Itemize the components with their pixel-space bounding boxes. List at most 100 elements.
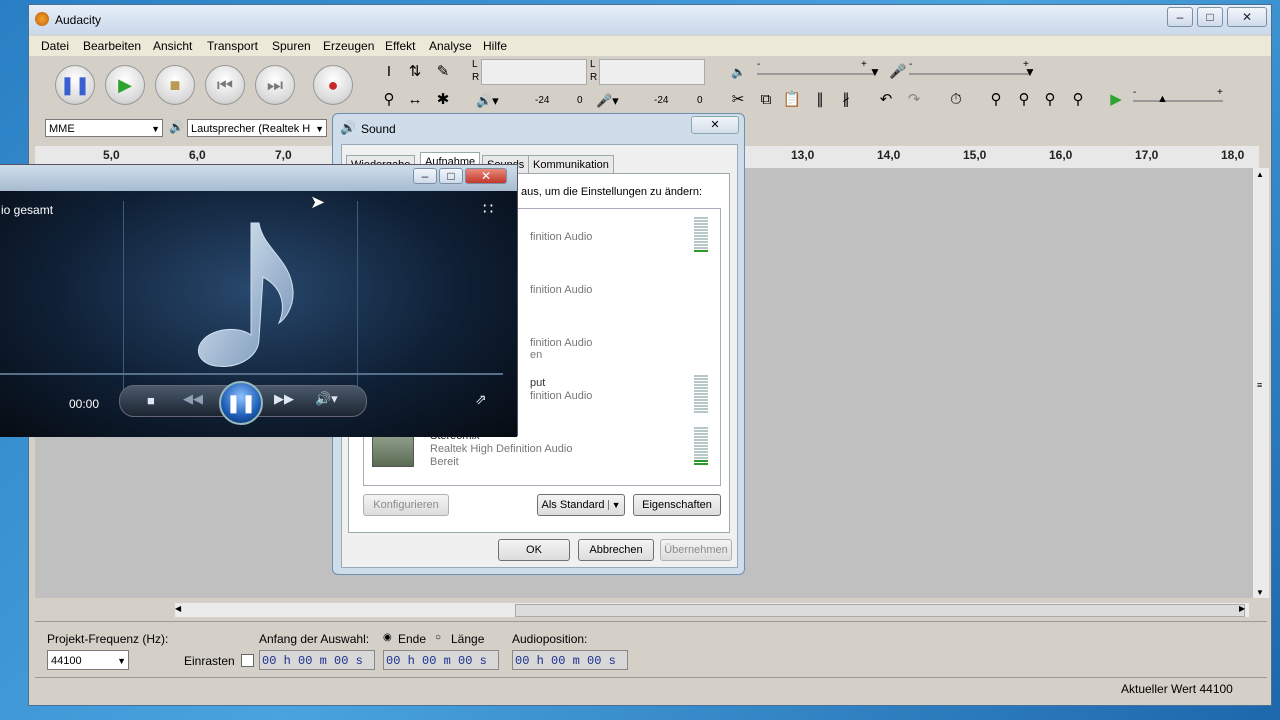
speaker-icon[interactable]: 🔊▾ (476, 93, 499, 109)
configure-button[interactable]: Konfigurieren (363, 494, 449, 516)
menu-ansicht[interactable]: Ansicht (153, 39, 192, 53)
audio-host-select[interactable]: MME ▼ (45, 119, 163, 137)
timeshift-tool[interactable]: ↔ (404, 89, 426, 111)
time-value: 00 h 00 m 00 s (262, 654, 363, 668)
properties-button[interactable]: Eigenschaften (633, 494, 721, 516)
chevron-down-icon: ▼ (607, 500, 621, 510)
envelope-tool[interactable]: ⇅ (404, 61, 426, 83)
stop-icon: ■ (169, 75, 181, 95)
scroll-up-icon[interactable]: ▲ (1256, 170, 1264, 179)
sync-lock-button[interactable]: ⏱ (945, 89, 967, 111)
menu-datei[interactable]: Datei (41, 39, 69, 53)
close-button[interactable]: ✕ (1227, 7, 1267, 27)
selection-start-time[interactable]: 00 h 00 m 00 s (259, 650, 375, 670)
fit-selection-button[interactable]: ⚲ (1039, 89, 1061, 111)
menu-effekt[interactable]: Effekt (385, 39, 415, 53)
draw-tool[interactable]: ✎ (432, 61, 454, 83)
minimize-button[interactable]: – (1167, 7, 1193, 27)
cut-button[interactable]: ✂ (727, 89, 749, 111)
media-player-window: – □ ✕ io gesamt ∷ 00:00 ■ ◀◀ ❚❚ ▶▶ 🔊▾ ⇗ (0, 164, 518, 437)
skip-end-button[interactable]: ⏭ (255, 65, 295, 105)
ruler-tick: 6,0 (189, 148, 206, 162)
selection-tool[interactable]: I (378, 61, 400, 83)
fit-project-button[interactable]: ⚲ (1067, 89, 1089, 111)
minimize-button[interactable]: – (413, 168, 437, 184)
project-rate-select[interactable]: 44100 ▼ (47, 650, 129, 670)
selection-end-time[interactable]: 00 h 00 m 00 s (383, 650, 499, 670)
redo-button[interactable]: ↷ (903, 89, 925, 111)
output-volume-icon: 🔈 (731, 65, 746, 79)
scroll-down-icon[interactable]: ▼ (1256, 588, 1264, 597)
now-playing-area[interactable]: io gesamt ∷ 00:00 ■ ◀◀ ❚❚ ▶▶ 🔊▾ ⇗ (0, 191, 517, 437)
silence-icon: ∦ (842, 91, 850, 108)
playback-speed-slider[interactable] (1133, 100, 1223, 102)
close-button[interactable]: ✕ (465, 168, 507, 184)
scroll-right-icon[interactable]: ▶ (1239, 604, 1245, 613)
ruler-tick: 5,0 (103, 148, 120, 162)
input-slider-thumb-icon[interactable]: ▼ (1024, 65, 1036, 79)
menu-spuren[interactable]: Spuren (272, 39, 311, 53)
output-volume-slider[interactable] (757, 73, 875, 75)
output-device-value: Lautsprecher (Realtek H (191, 123, 311, 135)
volume-icon[interactable]: 🔊▾ (315, 391, 338, 407)
tab-kommunikation[interactable]: Kommunikation (528, 155, 614, 174)
output-slider-max: + (861, 59, 867, 70)
media-player-titlebar[interactable]: – □ ✕ (0, 165, 517, 191)
maximize-button[interactable]: □ (1197, 7, 1223, 27)
previous-button[interactable]: ◀◀ (175, 391, 211, 407)
seek-bar[interactable] (0, 373, 503, 375)
zoom-out-button[interactable]: ⚲ (1013, 89, 1035, 111)
stop-button[interactable]: ■ (147, 393, 155, 408)
record-button[interactable]: ● (313, 65, 353, 105)
apply-button[interactable]: Übernehmen (660, 539, 732, 561)
pause-button[interactable]: ❚❚ (55, 65, 95, 105)
dialog-close-button[interactable]: ✕ (691, 116, 739, 134)
audio-position-time[interactable]: 00 h 00 m 00 s (512, 650, 628, 670)
snap-checkbox[interactable] (241, 654, 254, 667)
record-meter[interactable] (599, 59, 705, 85)
playback-meter[interactable] (481, 59, 587, 85)
pause-button[interactable]: ❚❚ (219, 381, 263, 425)
status-text: Aktueller Wert 44100 (1121, 682, 1233, 696)
play-at-speed-button[interactable]: ▶ (1105, 89, 1127, 111)
input-volume-slider[interactable] (909, 73, 1029, 75)
maximize-button[interactable]: □ (439, 168, 463, 184)
meter-right-label: R (472, 72, 480, 83)
horizontal-scrollbar[interactable]: ◀ ▶ (175, 603, 1249, 617)
trim-button[interactable]: ∥ (809, 89, 831, 111)
switch-to-library-icon[interactable]: ∷ (483, 199, 493, 219)
zoom-in-button[interactable]: ⚲ (985, 89, 1007, 111)
menu-bearbeiten[interactable]: Bearbeiten (83, 39, 141, 53)
fullscreen-icon[interactable]: ⇗ (475, 391, 487, 408)
microphone-icon[interactable]: 🎤▾ (596, 93, 619, 109)
end-radio[interactable]: ◉ (383, 632, 392, 643)
ok-button[interactable]: OK (498, 539, 570, 561)
menu-transport[interactable]: Transport (207, 39, 258, 53)
scroll-thumb[interactable] (515, 604, 1245, 617)
menu-hilfe[interactable]: Hilfe (483, 39, 507, 53)
skip-start-button[interactable]: ⏮ (205, 65, 245, 105)
paste-button[interactable]: 📋 (781, 89, 803, 111)
scroll-left-icon[interactable]: ◀ (175, 604, 181, 613)
output-device-select[interactable]: Lautsprecher (Realtek H ▼ (187, 119, 327, 137)
menu-erzeugen[interactable]: Erzeugen (323, 39, 374, 53)
play-button[interactable]: ▶ (105, 65, 145, 105)
silence-button[interactable]: ∦ (835, 89, 857, 111)
title-bar[interactable]: Audacity – □ ✕ (29, 5, 1271, 35)
cancel-button[interactable]: Abbrechen (578, 539, 654, 561)
next-button[interactable]: ▶▶ (269, 391, 299, 407)
speed-thumb-icon[interactable]: ▲ (1157, 93, 1168, 105)
scroll-grip-icon[interactable]: ≡ (1257, 380, 1262, 390)
length-radio[interactable]: ○ (435, 632, 441, 643)
audio-host-value: MME (49, 123, 75, 135)
copy-button[interactable]: ⧉ (755, 89, 777, 111)
undo-button[interactable]: ↶ (875, 89, 897, 111)
set-default-button[interactable]: Als Standard ▼ (537, 494, 625, 516)
output-slider-thumb-icon[interactable]: ▼ (869, 65, 881, 79)
multi-tool[interactable]: ✱ (432, 89, 454, 111)
menu-analyse[interactable]: Analyse (429, 39, 472, 53)
zoom-tool[interactable]: ⚲ (378, 89, 400, 111)
vertical-scrollbar[interactable]: ▲ ≡ ▼ (1253, 168, 1269, 598)
stop-button[interactable]: ■ (155, 65, 195, 105)
music-note-icon (198, 222, 294, 367)
